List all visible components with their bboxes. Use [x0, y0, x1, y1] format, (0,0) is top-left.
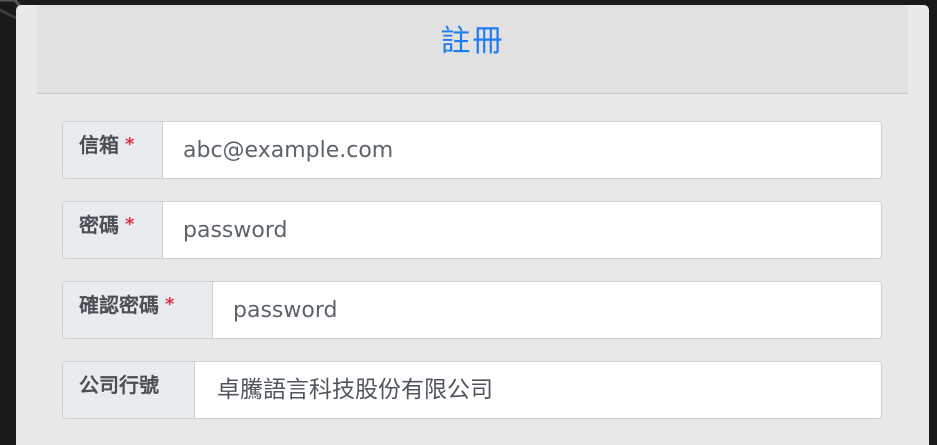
confirm-password-input[interactable]	[213, 282, 881, 338]
email-field-group: 信箱 *	[62, 121, 882, 179]
register-card: 註冊 信箱 * 密碼 * 確認密碼 * 公司行號 卓騰語言科技股份有限公司	[16, 5, 929, 445]
confirm-password-label-text: 確認密碼	[79, 293, 159, 317]
required-star: *	[165, 294, 175, 315]
company-label: 公司行號	[63, 362, 195, 418]
company-label-text: 公司行號	[79, 373, 159, 397]
required-star: *	[125, 134, 135, 155]
password-field-group: 密碼 *	[62, 201, 882, 259]
confirm-password-field-group: 確認密碼 *	[62, 281, 882, 339]
confirm-password-label: 確認密碼 *	[63, 282, 213, 338]
password-label-text: 密碼	[79, 213, 119, 237]
company-field-group: 公司行號 卓騰語言科技股份有限公司	[62, 361, 882, 419]
company-input[interactable]: 卓騰語言科技股份有限公司	[195, 362, 881, 418]
required-star: *	[125, 214, 135, 235]
card-header: 註冊	[37, 5, 908, 94]
email-input[interactable]	[163, 122, 881, 178]
email-label: 信箱 *	[63, 122, 163, 178]
email-label-text: 信箱	[79, 133, 119, 157]
page-title: 註冊	[440, 24, 505, 59]
password-label: 密碼 *	[63, 202, 163, 258]
password-input[interactable]	[163, 202, 881, 258]
